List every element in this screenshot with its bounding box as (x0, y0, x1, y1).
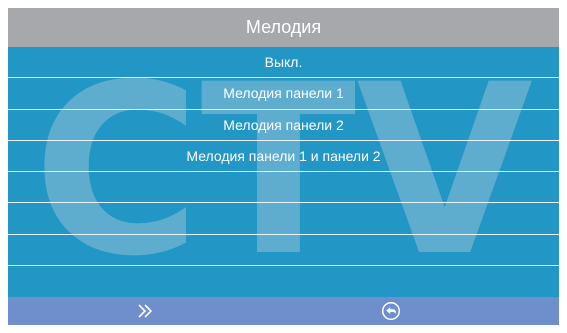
menu-item-label: Мелодия панели 1 (223, 85, 344, 102)
menu-item-label (280, 186, 288, 188)
title-bar: Мелодия (8, 8, 559, 47)
menu-item-label (280, 249, 288, 251)
melody-list: Выкл. Мелодия панели 1 Мелодия панели 2 … (8, 47, 559, 297)
menu-item-empty (8, 235, 559, 266)
forward-button[interactable] (116, 297, 176, 325)
menu-item-panel-1-melody[interactable]: Мелодия панели 1 (8, 78, 559, 110)
menu-item-label: Мелодия панели 1 и панели 2 (186, 147, 381, 164)
double-chevron-right-icon (138, 304, 153, 318)
menu-item-label (280, 217, 288, 219)
melody-screen: Мелодия CTV Выкл. Мелодия панели 1 Мелод… (8, 8, 559, 325)
bottom-nav-bar (8, 297, 559, 325)
menu-item-off[interactable]: Выкл. (8, 47, 559, 79)
menu-item-panel-2-melody[interactable]: Мелодия панели 2 (8, 110, 559, 141)
return-arrow-icon (381, 301, 401, 321)
menu-item-label: Мелодия панели 2 (223, 116, 344, 133)
menu-item-label: Выкл. (264, 54, 303, 71)
menu-item-empty (8, 203, 559, 235)
page-title: Мелодия (245, 17, 322, 37)
menu-item-empty (8, 172, 559, 204)
back-button[interactable] (361, 297, 421, 325)
menu-item-empty (8, 266, 559, 296)
menu-item-panel-1-and-2-melody[interactable]: Мелодия панели 1 и панели 2 (8, 141, 559, 172)
menu-item-label (280, 280, 288, 282)
